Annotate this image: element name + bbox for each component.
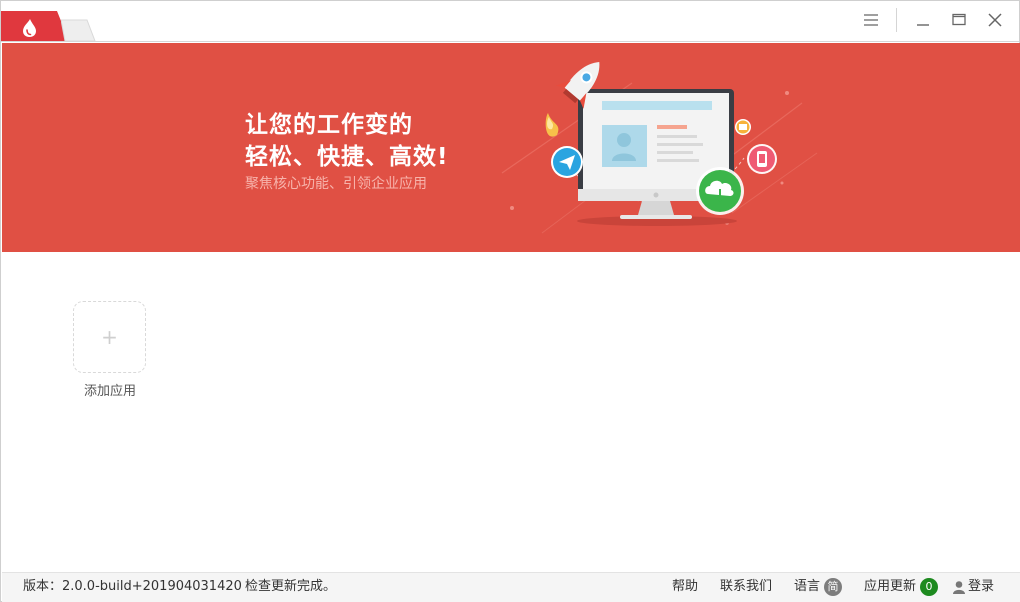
banner-subtitle: 聚焦核心功能、引领企业应用 [245, 176, 427, 192]
app-update-label: 应用更新 [864, 579, 917, 594]
update-status-text: 检查更新完成。 [245, 579, 337, 594]
user-icon [953, 580, 965, 594]
banner-illustration [501, 62, 818, 234]
close-icon[interactable] [980, 7, 1010, 33]
add-app-label: 添加应用 [83, 384, 136, 399]
tab-blank[interactable] [61, 17, 97, 41]
language-switcher[interactable]: 语言简 [794, 573, 843, 602]
maximize-icon[interactable] [944, 7, 974, 33]
banner-headline-line1: 让您的工作变的 [245, 112, 413, 138]
language-label: 语言 [794, 579, 821, 594]
banner-headline-line2: 轻松、快捷、高效! [245, 144, 449, 170]
help-link[interactable]: 帮助 [672, 573, 698, 602]
login-button[interactable]: 登录 [952, 573, 994, 602]
plus-icon: + [101, 325, 118, 349]
version-text: 版本：2.0.0-build+201904031420 [23, 579, 242, 594]
promo-banner: 让您的工作变的 轻松、快捷、高效! 聚焦核心功能、引领企业应用 [2, 43, 1020, 252]
login-label: 登录 [968, 579, 995, 594]
titlebar-divider [896, 8, 897, 32]
add-app-button[interactable]: + [73, 301, 146, 373]
minimize-icon[interactable] [908, 7, 938, 33]
tab-home[interactable] [1, 11, 69, 41]
update-count-badge: 0 [920, 577, 939, 596]
app-update-button[interactable]: 应用更新 0 [864, 573, 939, 602]
hamburger-menu-icon[interactable] [856, 7, 886, 33]
app-window: 让您的工作变的 轻松、快捷、高效! 聚焦核心功能、引领企业应用 + 添加应用 版… [0, 0, 1020, 602]
contact-us-link[interactable]: 联系我们 [720, 573, 772, 602]
app-grid: + 添加应用 [2, 252, 1020, 572]
banner-headline: 让您的工作变的 轻松、快捷、高效! [245, 109, 449, 173]
status-bar: 版本：2.0.0-build+201904031420 检查更新完成。 帮助 联… [2, 572, 1020, 602]
title-bar [1, 1, 1019, 42]
language-badge: 简 [824, 577, 843, 596]
